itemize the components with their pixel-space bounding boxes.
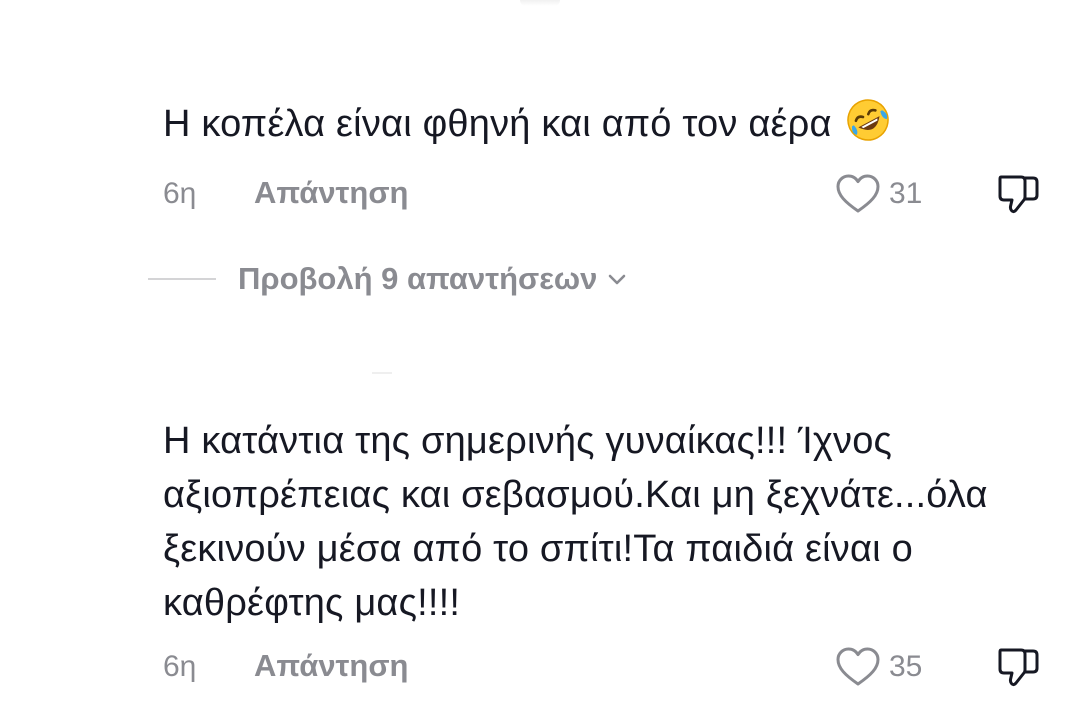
top-edge-shadow [520,0,560,6]
dislike-thumbs-down-icon[interactable] [995,170,1043,218]
like-button[interactable]: 31 [835,169,922,219]
comment-actions: 6η Απάντηση 31 [163,169,1043,219]
heart-icon [836,647,880,686]
section-separator [372,372,392,374]
like-count: 35 [889,650,923,683]
rolling-on-the-floor-laughing-emoji-icon [847,99,890,141]
comment-timestamp: 6η [163,177,197,210]
like-button[interactable]: 35 [835,642,922,692]
comment-body: Η κοπέλα είναι φθηνή και από τον αέρα [163,103,832,145]
replies-divider-line [148,278,216,280]
like-count: 31 [889,177,923,210]
comment-text: Η κατάντια της σημερινής γυναίκας!!! Ίχν… [163,420,988,624]
view-replies-row: Προβολή 9 απαντήσεων [148,256,629,302]
comment-actions: 6η Απάντηση 35 [163,642,1043,692]
chevron-down-icon [609,274,626,285]
view-replies-button[interactable]: Προβολή 9 απαντήσεων [238,261,629,297]
comment-text: Η κοπέλα είναι φθηνή και από τον αέρα [163,97,1043,151]
dislike-thumbs-down-icon[interactable] [995,643,1043,691]
view-replies-label: Προβολή 9 απαντήσεων [238,261,598,296]
comment-item: Η κοπέλα είναι φθηνή και από τον αέρα 6η… [163,97,1043,219]
reply-button[interactable]: Απάντηση [254,648,408,684]
comment-timestamp: 6η [163,650,197,683]
heart-icon [836,174,880,213]
reply-button[interactable]: Απάντηση [254,175,408,211]
comment-item: Η κατάντια της σημερινής γυναίκας!!! Ίχν… [163,414,1043,692]
